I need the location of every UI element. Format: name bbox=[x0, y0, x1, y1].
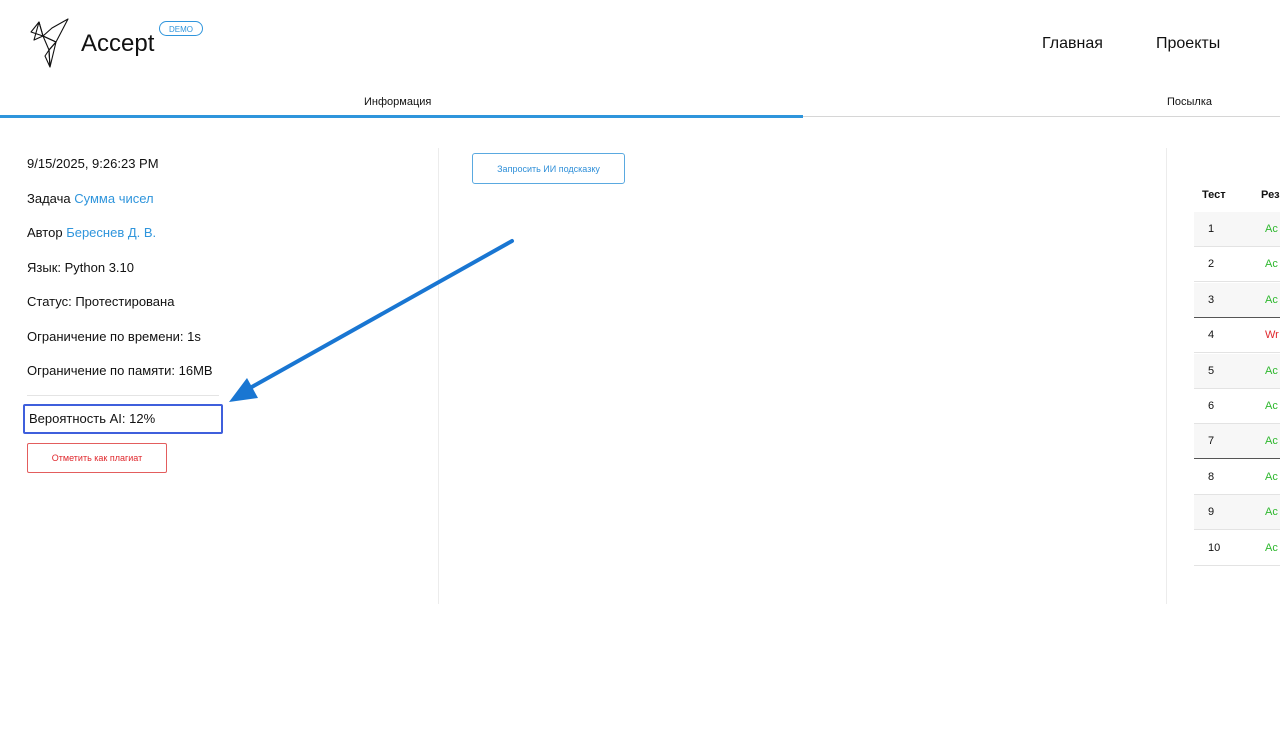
test-number: 6 bbox=[1208, 400, 1215, 412]
table-row[interactable]: 5 Ac bbox=[1194, 353, 1280, 389]
table-row[interactable]: 8 Ac bbox=[1194, 460, 1280, 495]
tab-submission[interactable]: Посылка bbox=[1167, 96, 1212, 108]
info-separator bbox=[27, 395, 219, 396]
column-divider-right bbox=[1166, 148, 1167, 604]
test-result: Wr bbox=[1265, 329, 1279, 342]
time-limit-text: Ограничение по времени: 1s bbox=[27, 329, 201, 344]
test-result: Ac bbox=[1265, 400, 1278, 412]
test-number: 8 bbox=[1208, 470, 1215, 483]
mark-plagiarism-button[interactable]: Отметить как плагиат bbox=[27, 443, 167, 473]
status-text: Статус: Протестирована bbox=[27, 294, 175, 309]
results-header-result: Рез bbox=[1261, 189, 1280, 201]
top-header: Accept DEMO Главная Проекты bbox=[0, 0, 1280, 90]
table-row[interactable]: 7 Ac bbox=[1194, 424, 1280, 460]
table-row[interactable]: 1 Ac bbox=[1194, 212, 1280, 247]
test-number: 2 bbox=[1208, 258, 1215, 271]
ai-probability-box: Вероятность AI: 12% bbox=[23, 404, 223, 434]
task-row: Задача Сумма чисел bbox=[27, 191, 154, 206]
language-text: Язык: Python 3.10 bbox=[27, 260, 134, 275]
tab-information[interactable]: Информация bbox=[364, 96, 431, 108]
submission-datetime: 9/15/2025, 9:26:23 PM bbox=[27, 156, 159, 171]
nav-home[interactable]: Главная bbox=[1042, 35, 1103, 53]
column-divider-left bbox=[438, 148, 439, 604]
test-result: Ac bbox=[1265, 541, 1278, 554]
task-label: Задача bbox=[27, 191, 71, 206]
origami-bird-logo-icon[interactable] bbox=[30, 18, 70, 68]
demo-badge: DEMO bbox=[159, 21, 203, 36]
results-header-test: Тест bbox=[1202, 189, 1226, 201]
test-number: 5 bbox=[1208, 364, 1215, 377]
table-row[interactable]: 3 Ac bbox=[1194, 282, 1280, 318]
memory-limit-text: Ограничение по памяти: 16MB bbox=[27, 363, 213, 378]
table-row[interactable]: 9 Ac bbox=[1194, 495, 1280, 531]
test-result: Ac bbox=[1265, 293, 1278, 306]
test-result: Ac bbox=[1265, 258, 1278, 271]
table-row[interactable]: 6 Ac bbox=[1194, 389, 1280, 424]
author-row: Автор Береснев Д. В. bbox=[27, 225, 156, 240]
nav-projects[interactable]: Проекты bbox=[1156, 35, 1220, 53]
test-number: 10 bbox=[1208, 541, 1221, 554]
test-number: 1 bbox=[1208, 223, 1215, 235]
table-row[interactable]: 10 Ac bbox=[1194, 531, 1280, 566]
test-number: 3 bbox=[1208, 293, 1215, 306]
test-result: Ac bbox=[1265, 470, 1278, 483]
task-link[interactable]: Сумма чисел bbox=[74, 191, 153, 206]
test-number: 9 bbox=[1208, 506, 1215, 519]
test-result: Ac bbox=[1265, 506, 1278, 519]
test-result: Ac bbox=[1265, 435, 1278, 448]
table-row[interactable]: 2 Ac bbox=[1194, 247, 1280, 283]
test-result: Ac bbox=[1265, 223, 1278, 235]
author-label: Автор bbox=[27, 225, 63, 240]
brand-name[interactable]: Accept bbox=[81, 30, 154, 58]
test-number: 7 bbox=[1208, 435, 1215, 448]
table-row[interactable]: 4 Wr bbox=[1194, 318, 1280, 354]
request-ai-hint-button[interactable]: Запросить ИИ подсказку bbox=[472, 153, 625, 184]
author-link[interactable]: Береснев Д. В. bbox=[66, 225, 156, 240]
test-result: Ac bbox=[1265, 364, 1278, 377]
active-tab-indicator bbox=[0, 115, 803, 118]
test-number: 4 bbox=[1208, 329, 1215, 342]
